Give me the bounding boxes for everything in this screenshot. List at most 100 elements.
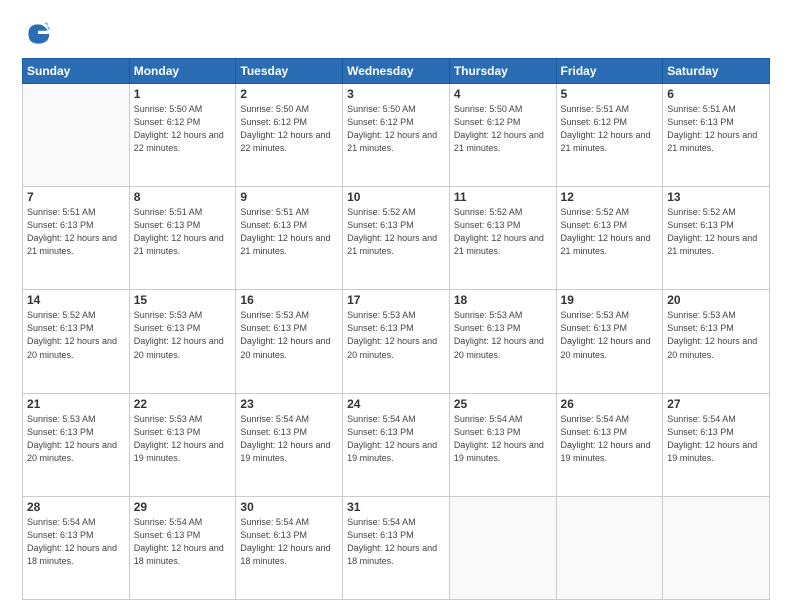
page: SundayMondayTuesdayWednesdayThursdayFrid… — [0, 0, 792, 612]
calendar-cell: 9 Sunrise: 5:51 AMSunset: 6:13 PMDaylight… — [236, 187, 343, 290]
day-info: Sunrise: 5:51 AMSunset: 6:13 PMDaylight:… — [27, 206, 125, 258]
day-number: 21 — [27, 397, 125, 411]
calendar-cell: 13 Sunrise: 5:52 AMSunset: 6:13 PMDayligh… — [663, 187, 770, 290]
day-number: 30 — [240, 500, 338, 514]
calendar-cell: 19 Sunrise: 5:53 AMSunset: 6:13 PMDayligh… — [556, 290, 663, 393]
day-number: 6 — [667, 87, 765, 101]
day-info: Sunrise: 5:51 AMSunset: 6:13 PMDaylight:… — [667, 103, 765, 155]
calendar-cell: 16Sunrise: 5:53 AMSunset: 6:13 PMDayligh… — [236, 290, 343, 393]
day-info: Sunrise: 5:50 AMSunset: 6:12 PMDaylight:… — [347, 103, 445, 155]
calendar-cell: 27Sunrise: 5:54 AMSunset: 6:13 PMDayligh… — [663, 393, 770, 496]
day-info: Sunrise: 5:54 AMSunset: 6:13 PMDaylight:… — [134, 516, 232, 568]
calendar-cell: 24Sunrise: 5:54 AMSunset: 6:13 PMDayligh… — [343, 393, 450, 496]
calendar-cell: 7 Sunrise: 5:51 AMSunset: 6:13 PMDaylight… — [23, 187, 130, 290]
day-number: 17 — [347, 293, 445, 307]
calendar-cell: 31Sunrise: 5:54 AMSunset: 6:13 PMDayligh… — [343, 496, 450, 599]
day-info: Sunrise: 5:54 AMSunset: 6:13 PMDaylight:… — [561, 413, 659, 465]
day-number: 7 — [27, 190, 125, 204]
day-info: Sunrise: 5:50 AMSunset: 6:12 PMDaylight:… — [240, 103, 338, 155]
calendar-cell: 17 Sunrise: 5:53 AMSunset: 6:13 PMDayligh… — [343, 290, 450, 393]
day-number: 4 — [454, 87, 552, 101]
calendar-cell: 3 Sunrise: 5:50 AMSunset: 6:12 PMDaylight… — [343, 84, 450, 187]
calendar-cell — [663, 496, 770, 599]
calendar-cell: 18 Sunrise: 5:53 AMSunset: 6:13 PMDayligh… — [449, 290, 556, 393]
day-info: Sunrise: 5:53 AMSunset: 6:13 PMDaylight:… — [27, 413, 125, 465]
day-info: Sunrise: 5:54 AMSunset: 6:13 PMDaylight:… — [347, 516, 445, 568]
calendar-cell: 8Sunrise: 5:51 AMSunset: 6:13 PMDaylight… — [129, 187, 236, 290]
calendar-cell: 6 Sunrise: 5:51 AMSunset: 6:13 PMDaylight… — [663, 84, 770, 187]
weekday-header-thursday: Thursday — [449, 59, 556, 84]
day-number: 2 — [240, 87, 338, 101]
day-info: Sunrise: 5:52 AMSunset: 6:13 PMDaylight:… — [667, 206, 765, 258]
day-info: Sunrise: 5:53 AMSunset: 6:13 PMDaylight:… — [561, 309, 659, 361]
day-info: Sunrise: 5:53 AMSunset: 6:13 PMDaylight:… — [240, 309, 338, 361]
day-number: 14 — [27, 293, 125, 307]
day-info: Sunrise: 5:54 AMSunset: 6:13 PMDaylight:… — [454, 413, 552, 465]
weekday-header-saturday: Saturday — [663, 59, 770, 84]
day-number: 10 — [347, 190, 445, 204]
day-info: Sunrise: 5:54 AMSunset: 6:13 PMDaylight:… — [240, 413, 338, 465]
calendar-cell: 28 Sunrise: 5:54 AMSunset: 6:13 PMDayligh… — [23, 496, 130, 599]
calendar-cell: 23Sunrise: 5:54 AMSunset: 6:13 PMDayligh… — [236, 393, 343, 496]
calendar-cell: 1 Sunrise: 5:50 AMSunset: 6:12 PMDaylight… — [129, 84, 236, 187]
day-info: Sunrise: 5:51 AMSunset: 6:13 PMDaylight:… — [240, 206, 338, 258]
day-number: 25 — [454, 397, 552, 411]
day-info: Sunrise: 5:53 AMSunset: 6:13 PMDaylight:… — [454, 309, 552, 361]
weekday-header-row: SundayMondayTuesdayWednesdayThursdayFrid… — [23, 59, 770, 84]
day-number: 11 — [454, 190, 552, 204]
day-info: Sunrise: 5:50 AMSunset: 6:12 PMDaylight:… — [134, 103, 232, 155]
weekday-header-sunday: Sunday — [23, 59, 130, 84]
day-info: Sunrise: 5:53 AMSunset: 6:13 PMDaylight:… — [134, 309, 232, 361]
day-info: Sunrise: 5:54 AMSunset: 6:13 PMDaylight:… — [27, 516, 125, 568]
day-number: 13 — [667, 190, 765, 204]
day-number: 26 — [561, 397, 659, 411]
day-number: 1 — [134, 87, 232, 101]
day-number: 15 — [134, 293, 232, 307]
day-info: Sunrise: 5:54 AMSunset: 6:13 PMDaylight:… — [240, 516, 338, 568]
weekday-header-friday: Friday — [556, 59, 663, 84]
day-number: 22 — [134, 397, 232, 411]
calendar-cell: 5Sunrise: 5:51 AMSunset: 6:12 PMDaylight… — [556, 84, 663, 187]
calendar-cell: 10 Sunrise: 5:52 AMSunset: 6:13 PMDayligh… — [343, 187, 450, 290]
calendar-cell: 20Sunrise: 5:53 AMSunset: 6:13 PMDayligh… — [663, 290, 770, 393]
day-number: 9 — [240, 190, 338, 204]
day-info: Sunrise: 5:53 AMSunset: 6:13 PMDaylight:… — [134, 413, 232, 465]
day-number: 3 — [347, 87, 445, 101]
week-row-3: 21 Sunrise: 5:53 AMSunset: 6:13 PMDayligh… — [23, 393, 770, 496]
week-row-2: 14 Sunrise: 5:52 AMSunset: 6:13 PMDayligh… — [23, 290, 770, 393]
day-number: 24 — [347, 397, 445, 411]
day-info: Sunrise: 5:52 AMSunset: 6:13 PMDaylight:… — [27, 309, 125, 361]
day-info: Sunrise: 5:52 AMSunset: 6:13 PMDaylight:… — [347, 206, 445, 258]
day-info: Sunrise: 5:51 AMSunset: 6:12 PMDaylight:… — [561, 103, 659, 155]
day-info: Sunrise: 5:52 AMSunset: 6:13 PMDaylight:… — [454, 206, 552, 258]
calendar-cell: 15 Sunrise: 5:53 AMSunset: 6:13 PMDayligh… — [129, 290, 236, 393]
calendar-cell: 29 Sunrise: 5:54 AMSunset: 6:13 PMDayligh… — [129, 496, 236, 599]
weekday-header-wednesday: Wednesday — [343, 59, 450, 84]
day-number: 12 — [561, 190, 659, 204]
day-number: 8 — [134, 190, 232, 204]
day-number: 18 — [454, 293, 552, 307]
calendar-cell: 11 Sunrise: 5:52 AMSunset: 6:13 PMDayligh… — [449, 187, 556, 290]
week-row-4: 28 Sunrise: 5:54 AMSunset: 6:13 PMDayligh… — [23, 496, 770, 599]
day-number: 28 — [27, 500, 125, 514]
calendar-cell: 22 Sunrise: 5:53 AMSunset: 6:13 PMDayligh… — [129, 393, 236, 496]
calendar-cell — [556, 496, 663, 599]
day-number: 20 — [667, 293, 765, 307]
calendar-cell: 25 Sunrise: 5:54 AMSunset: 6:13 PMDayligh… — [449, 393, 556, 496]
day-info: Sunrise: 5:53 AMSunset: 6:13 PMDaylight:… — [347, 309, 445, 361]
calendar-table: SundayMondayTuesdayWednesdayThursdayFrid… — [22, 58, 770, 600]
calendar-cell: 12 Sunrise: 5:52 AMSunset: 6:13 PMDayligh… — [556, 187, 663, 290]
day-info: Sunrise: 5:52 AMSunset: 6:13 PMDaylight:… — [561, 206, 659, 258]
weekday-header-monday: Monday — [129, 59, 236, 84]
calendar-cell: 21 Sunrise: 5:53 AMSunset: 6:13 PMDayligh… — [23, 393, 130, 496]
calendar-cell — [23, 84, 130, 187]
logo — [22, 18, 58, 50]
calendar-cell: 2 Sunrise: 5:50 AMSunset: 6:12 PMDaylight… — [236, 84, 343, 187]
calendar-cell: 26 Sunrise: 5:54 AMSunset: 6:13 PMDayligh… — [556, 393, 663, 496]
day-info: Sunrise: 5:54 AMSunset: 6:13 PMDaylight:… — [667, 413, 765, 465]
day-number: 19 — [561, 293, 659, 307]
day-number: 29 — [134, 500, 232, 514]
calendar-cell — [449, 496, 556, 599]
day-info: Sunrise: 5:50 AMSunset: 6:12 PMDaylight:… — [454, 103, 552, 155]
week-row-1: 7 Sunrise: 5:51 AMSunset: 6:13 PMDaylight… — [23, 187, 770, 290]
